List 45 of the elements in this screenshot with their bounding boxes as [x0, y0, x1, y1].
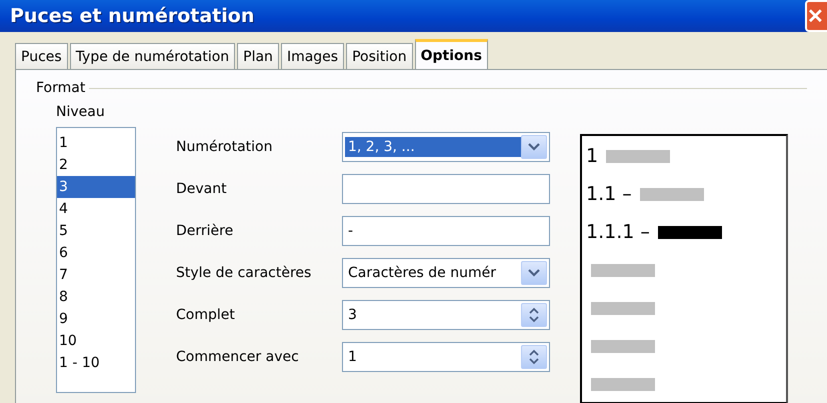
level-label: Niveau — [56, 104, 106, 120]
dropdown[interactable]: Caractères de numér — [342, 258, 550, 288]
tab[interactable]: Options — [414, 39, 488, 69]
spin-button[interactable] — [521, 303, 547, 327]
field-label: Commencer avec — [176, 349, 300, 365]
preview-number: 1.1 – — [586, 184, 632, 204]
level-item[interactable]: 4 — [57, 198, 135, 220]
level-item[interactable]: 3 — [57, 176, 135, 198]
tab[interactable]: Type de numérotation — [70, 43, 236, 69]
close-button[interactable]: ✕ — [805, 0, 827, 32]
spin-arrows-icon — [529, 307, 539, 323]
field-label: Style de caractères — [176, 265, 312, 281]
preview-number: 1 — [586, 146, 598, 166]
field-label: Derrière — [176, 223, 234, 239]
field-label: Numérotation — [176, 139, 274, 155]
field-label: Complet — [176, 307, 236, 323]
tab[interactable]: Puces — [15, 43, 68, 69]
input-field[interactable]: - — [342, 216, 550, 246]
level-item[interactable]: 9 — [57, 308, 135, 330]
window-title: Puces et numérotation — [10, 5, 254, 27]
level-item[interactable]: 2 — [57, 154, 135, 176]
tab[interactable]: Images — [280, 43, 344, 69]
level-list[interactable]: 1 2 3 4 5 6 7 8 9 10 1 - 10 — [56, 127, 136, 393]
chevron-down-icon — [528, 269, 540, 277]
preview-number: 1.1.1 – — [586, 222, 650, 242]
tab[interactable]: Position — [346, 43, 413, 69]
level-item[interactable]: 6 — [57, 242, 135, 264]
level-item[interactable]: 7 — [57, 264, 135, 286]
level-item[interactable]: 1 — [57, 132, 135, 154]
dropdown[interactable]: 1, 2, 3, ... — [342, 132, 550, 162]
spin-button[interactable] — [521, 345, 547, 369]
input-field[interactable] — [342, 174, 550, 204]
spin-field[interactable]: 3 — [342, 300, 550, 330]
spin-arrows-icon — [529, 349, 539, 365]
level-item[interactable]: 5 — [57, 220, 135, 242]
level-item[interactable]: 8 — [57, 286, 135, 308]
level-item[interactable]: 1 - 10 — [57, 352, 135, 374]
level-item[interactable]: 10 — [57, 330, 135, 352]
spin-field[interactable]: 1 — [342, 342, 550, 372]
group-title: Format — [36, 80, 86, 96]
dropdown-button[interactable] — [521, 135, 547, 159]
field-label: Devant — [176, 181, 228, 197]
dropdown-button[interactable] — [521, 261, 547, 285]
tab[interactable]: Plan — [237, 43, 279, 69]
chevron-down-icon — [528, 143, 540, 151]
